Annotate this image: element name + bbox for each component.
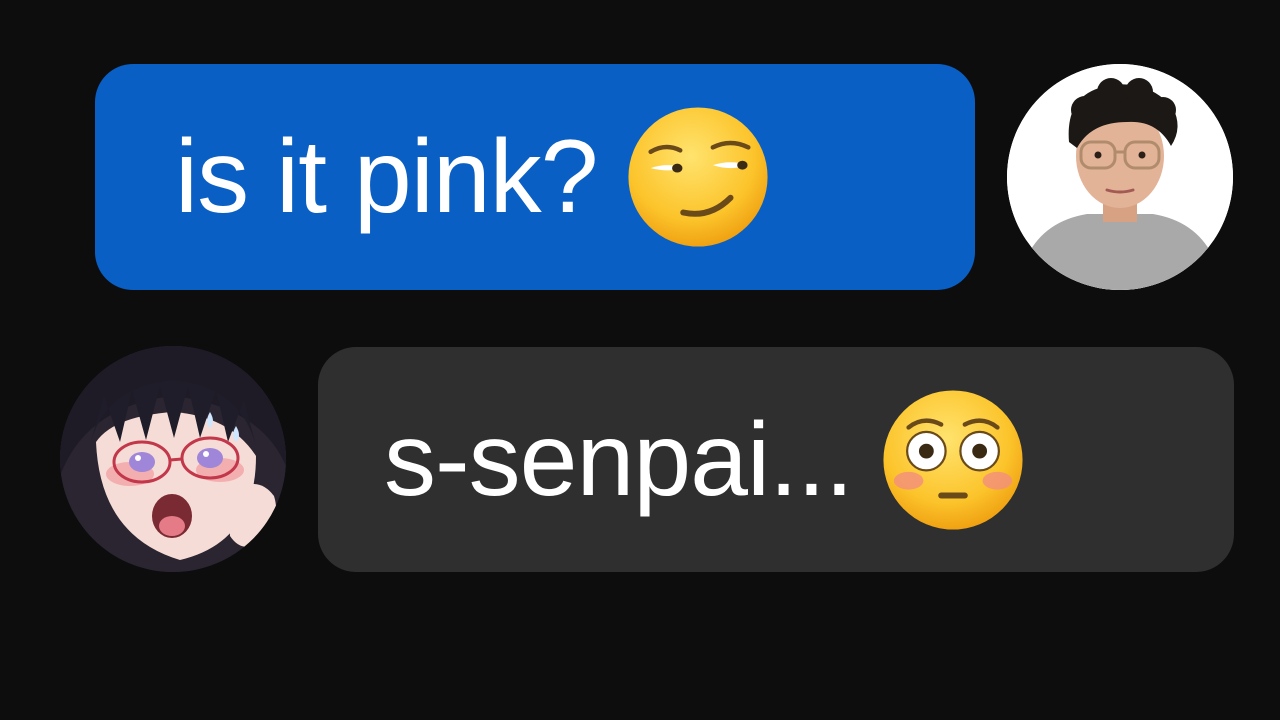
anime-girl-glasses-avatar[interactable] [60,346,286,572]
smirking-face-icon [624,103,772,251]
flushed-face-icon [879,386,1027,534]
chat-screen: is it pink? s-senpai... [0,0,1280,720]
outgoing-message-text: is it pink? [175,119,599,235]
incoming-message-bubble[interactable]: s-senpai... [318,347,1234,572]
young-man-glasses-avatar[interactable] [1007,64,1233,290]
incoming-message-text: s-senpai... [384,401,854,518]
outgoing-message-bubble[interactable]: is it pink? [95,64,975,290]
